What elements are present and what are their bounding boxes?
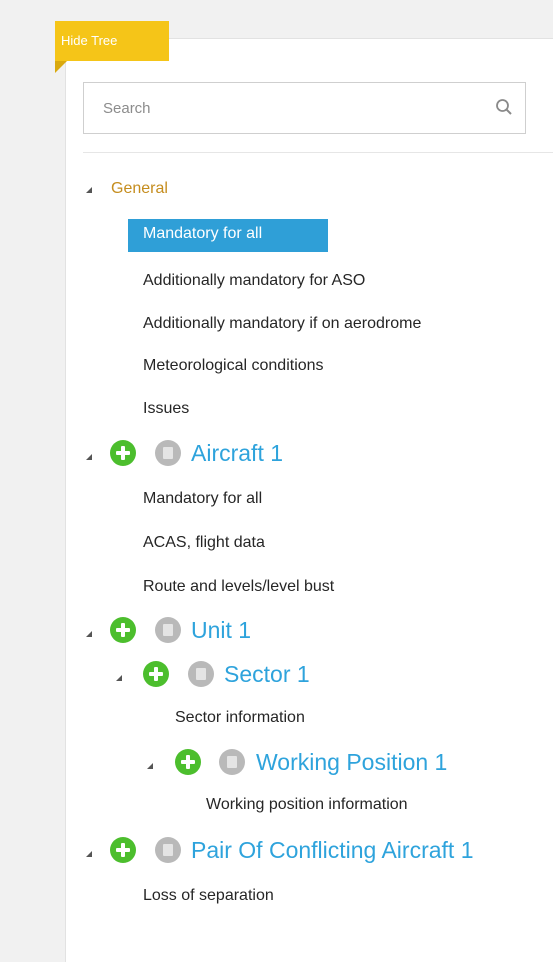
tree-node-label[interactable]: Sector 1 <box>224 661 310 688</box>
add-icon[interactable] <box>175 749 201 775</box>
divider <box>83 152 553 153</box>
tree-leaf[interactable]: Additionally mandatory if on aerodrome <box>0 305 553 345</box>
collapse-arrow-icon[interactable] <box>86 631 92 637</box>
tree-leaf[interactable]: Issues <box>0 390 553 430</box>
tree-leaf[interactable]: ACAS, flight data <box>0 524 553 564</box>
collapse-arrow-icon[interactable] <box>86 454 92 460</box>
tree-leaf[interactable]: Meteorological conditions <box>0 347 553 387</box>
tree-node-sector[interactable]: Sector 1 <box>0 654 553 694</box>
tree-leaf-label[interactable]: Issues <box>143 400 189 418</box>
delete-icon[interactable] <box>219 749 245 775</box>
hide-tree-tab-fold <box>55 61 67 73</box>
tree-node-label[interactable]: Pair Of Conflicting Aircraft 1 <box>191 837 474 864</box>
add-icon[interactable] <box>110 617 136 643</box>
tree-leaf[interactable]: Route and levels/level bust <box>0 568 553 608</box>
tree-leaf-label[interactable]: Sector information <box>175 709 305 727</box>
tree-node-label[interactable]: Aircraft 1 <box>191 440 283 467</box>
add-icon[interactable] <box>110 440 136 466</box>
collapse-arrow-icon[interactable] <box>86 187 92 193</box>
add-icon[interactable] <box>110 837 136 863</box>
delete-icon[interactable] <box>155 837 181 863</box>
tree-leaf[interactable]: Mandatory for all <box>0 480 553 520</box>
tree-node-general[interactable]: General <box>0 170 553 210</box>
tree-node-label[interactable]: Working Position 1 <box>256 749 447 776</box>
delete-icon[interactable] <box>188 661 214 687</box>
tree-leaf[interactable]: Loss of separation <box>0 877 553 917</box>
collapse-arrow-icon[interactable] <box>147 763 153 769</box>
collapse-arrow-icon[interactable] <box>116 675 122 681</box>
tree-leaf-label[interactable]: Mandatory for all <box>143 490 262 508</box>
delete-icon[interactable] <box>155 617 181 643</box>
tree-leaf[interactable]: Sector information <box>0 699 553 739</box>
collapse-arrow-icon[interactable] <box>86 851 92 857</box>
tree-leaf-label[interactable]: Mandatory for all <box>143 225 262 243</box>
search-box <box>83 82 526 134</box>
tree-leaf-label[interactable]: Route and levels/level bust <box>143 578 334 596</box>
tree-leaf-label[interactable]: Additionally mandatory for ASO <box>143 272 365 290</box>
tree-node-pair-of-conflicting-aircraft[interactable]: Pair Of Conflicting Aircraft 1 <box>0 830 553 870</box>
tree-node-working-position[interactable]: Working Position 1 <box>0 742 553 782</box>
search-input[interactable] <box>84 83 464 133</box>
tree-leaf-label[interactable]: Meteorological conditions <box>143 357 324 375</box>
delete-icon[interactable] <box>155 440 181 466</box>
hide-tree-button[interactable]: Hide Tree <box>55 21 169 61</box>
tree-node-aircraft[interactable]: Aircraft 1 <box>0 433 553 473</box>
tree-leaf[interactable]: Working position information <box>0 786 553 826</box>
tree-leaf[interactable]: Additionally mandatory for ASO <box>0 262 553 302</box>
tree-node-label[interactable]: Unit 1 <box>191 617 251 644</box>
tree-leaf-label[interactable]: ACAS, flight data <box>143 534 265 552</box>
tree-node-unit[interactable]: Unit 1 <box>0 610 553 650</box>
tree-leaf-mandatory-for-all[interactable]: Mandatory for all <box>0 215 553 255</box>
search-icon[interactable] <box>495 98 513 116</box>
tree-leaf-label[interactable]: Loss of separation <box>143 887 274 905</box>
tree-node-label[interactable]: General <box>111 180 168 198</box>
tree-leaf-label[interactable]: Working position information <box>206 796 408 814</box>
add-icon[interactable] <box>143 661 169 687</box>
tree-leaf-label[interactable]: Additionally mandatory if on aerodrome <box>143 315 421 333</box>
